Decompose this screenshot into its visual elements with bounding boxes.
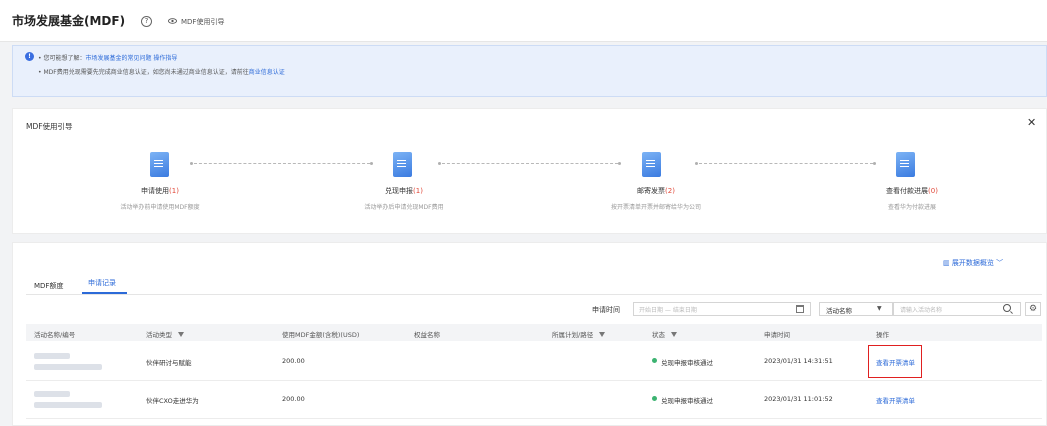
faq-link[interactable]: 市场发展基金的常见问题 [85, 55, 151, 62]
apply-time: 2023/01/31 11:01:52 [764, 395, 833, 403]
connector-dot [695, 162, 698, 165]
expand-data-overview-button[interactable]: ▥ 展开数据概览 ﹀ [943, 258, 1003, 268]
col-actions: 操作 [876, 331, 889, 339]
apply-document-icon [150, 152, 169, 177]
caret-down-icon[interactable]: ▼ [877, 305, 882, 312]
connector-dot [873, 162, 876, 165]
notice-text: • MDF费用兑现需要先完成商业信息认证，如您尚未通过商业信息认证，请前往 [38, 69, 249, 76]
notice-line-1: • 您可能想了解：市场发展基金的常见问题 操作指导 [38, 53, 177, 62]
tab-mdf-quota[interactable]: MDF额度 [34, 281, 63, 291]
step-apply[interactable]: 申请使用(1) [141, 186, 179, 196]
col-apply-time: 申请时间 [764, 331, 790, 339]
mdf-amount: 200.00 [282, 357, 305, 365]
col-activity-name: 活动名称/编号 [34, 331, 76, 339]
status-dot [652, 396, 657, 401]
step-count: (1) [169, 187, 179, 195]
filter-icon[interactable] [178, 332, 184, 337]
step-label: 兑现申报 [385, 187, 414, 195]
step-label: 查看付款进展 [886, 187, 929, 195]
close-icon[interactable]: ✕ [1027, 117, 1036, 128]
guide-title: MDF使用引导 [26, 122, 73, 131]
question-circle-icon[interactable]: ? [141, 16, 152, 27]
step-connector [194, 163, 370, 164]
col-label: 活动类型 [146, 331, 172, 339]
step-count: (1) [413, 187, 423, 195]
activity-type: 伙伴研讨与赋能 [146, 359, 192, 367]
chart-icon: ▥ [943, 259, 950, 267]
step-count: (0) [928, 187, 938, 195]
step-label: 申请使用 [141, 187, 170, 195]
connector-dot [438, 162, 441, 165]
business-cert-link[interactable]: 商业信息认证 [249, 69, 285, 76]
connector-dot [190, 162, 193, 165]
eye-icon[interactable] [168, 18, 177, 24]
info-icon: ! [25, 52, 34, 61]
step-connector [442, 163, 618, 164]
payment-progress-icon [896, 152, 915, 177]
step-invoice[interactable]: 邮寄发票(2) [637, 186, 675, 196]
step-desc: 活动举办后申请兑现MDF费用 [364, 204, 444, 211]
gear-icon: ⚙ [1028, 304, 1038, 314]
status-text: 兑现申报审核通过 [661, 397, 713, 405]
step-label: 邮寄发票 [637, 187, 666, 195]
expand-label: 展开数据概览 [951, 259, 994, 267]
col-plan-path: 所属计划/路径 [552, 329, 606, 339]
page-title: 市场发展基金(MDF) [12, 14, 126, 28]
page-header [0, 0, 1047, 42]
status-text: 兑现申报审核通过 [661, 359, 713, 367]
step-desc: 活动举办前申请使用MDF额度 [120, 204, 200, 211]
chevron-down-icon: ﹀ [996, 259, 1004, 267]
tab-application-records[interactable]: 申请记录 [88, 278, 116, 288]
invoice-document-icon [642, 152, 661, 177]
filter-icon[interactable] [671, 332, 677, 337]
row-divider [26, 418, 1042, 419]
time-filter-label: 申请时间 [592, 306, 620, 314]
redacted-activity-id [34, 364, 102, 370]
tabs-divider [26, 294, 1042, 295]
row-divider [26, 380, 1042, 381]
col-amount: 使用MDF金额(含税)(USD) [282, 331, 360, 339]
search-field-value: 活动名称 [826, 307, 852, 315]
active-tab-indicator [82, 292, 127, 294]
notice-text: • 您可能想了解： [38, 55, 86, 62]
mdf-guide-link[interactable]: MDF使用引导 [181, 17, 224, 27]
step-redeem[interactable]: 兑现申报(1) [385, 186, 423, 196]
redacted-activity-name [34, 353, 70, 359]
step-count: (2) [665, 187, 675, 195]
filter-icon[interactable] [599, 332, 606, 337]
status-dot [652, 358, 657, 363]
col-benefit-name: 权益名称 [414, 331, 440, 339]
settings-button[interactable]: ⚙ [1025, 302, 1041, 316]
step-payment[interactable]: 查看付款进展(0) [886, 186, 938, 196]
view-invoice-list-link[interactable]: 查看开票清单 [876, 395, 915, 405]
col-label: 状态 [652, 331, 665, 339]
step-desc: 查看华为付款进展 [887, 204, 937, 211]
activity-type: 伙伴CXO走进华为 [146, 397, 199, 405]
apply-time: 2023/01/31 14:31:51 [764, 357, 833, 365]
step-desc: 按开票清单开票并邮寄给华为公司 [610, 204, 702, 211]
col-status: 状态 [652, 329, 677, 339]
operation-guide-link[interactable]: 操作指导 [153, 55, 177, 62]
calendar-icon[interactable] [796, 305, 804, 313]
connector-dot [618, 162, 621, 165]
connector-dot [370, 162, 373, 165]
redeem-document-icon [393, 152, 412, 177]
highlight-box [868, 345, 922, 378]
search-icon[interactable] [1003, 304, 1011, 312]
date-range-placeholder: 开始日期 — 结束日期 [639, 307, 697, 314]
search-placeholder: 请输入活动名称 [900, 307, 943, 314]
step-connector [699, 163, 873, 164]
redacted-activity-name [34, 391, 70, 397]
redacted-activity-id [34, 402, 102, 408]
mdf-amount: 200.00 [282, 395, 305, 403]
col-label: 所属计划/路径 [552, 331, 594, 339]
notice-line-2: • MDF费用兑现需要先完成商业信息认证，如您尚未通过商业信息认证，请前往商业信… [38, 67, 285, 76]
col-activity-type: 活动类型 [146, 329, 184, 339]
